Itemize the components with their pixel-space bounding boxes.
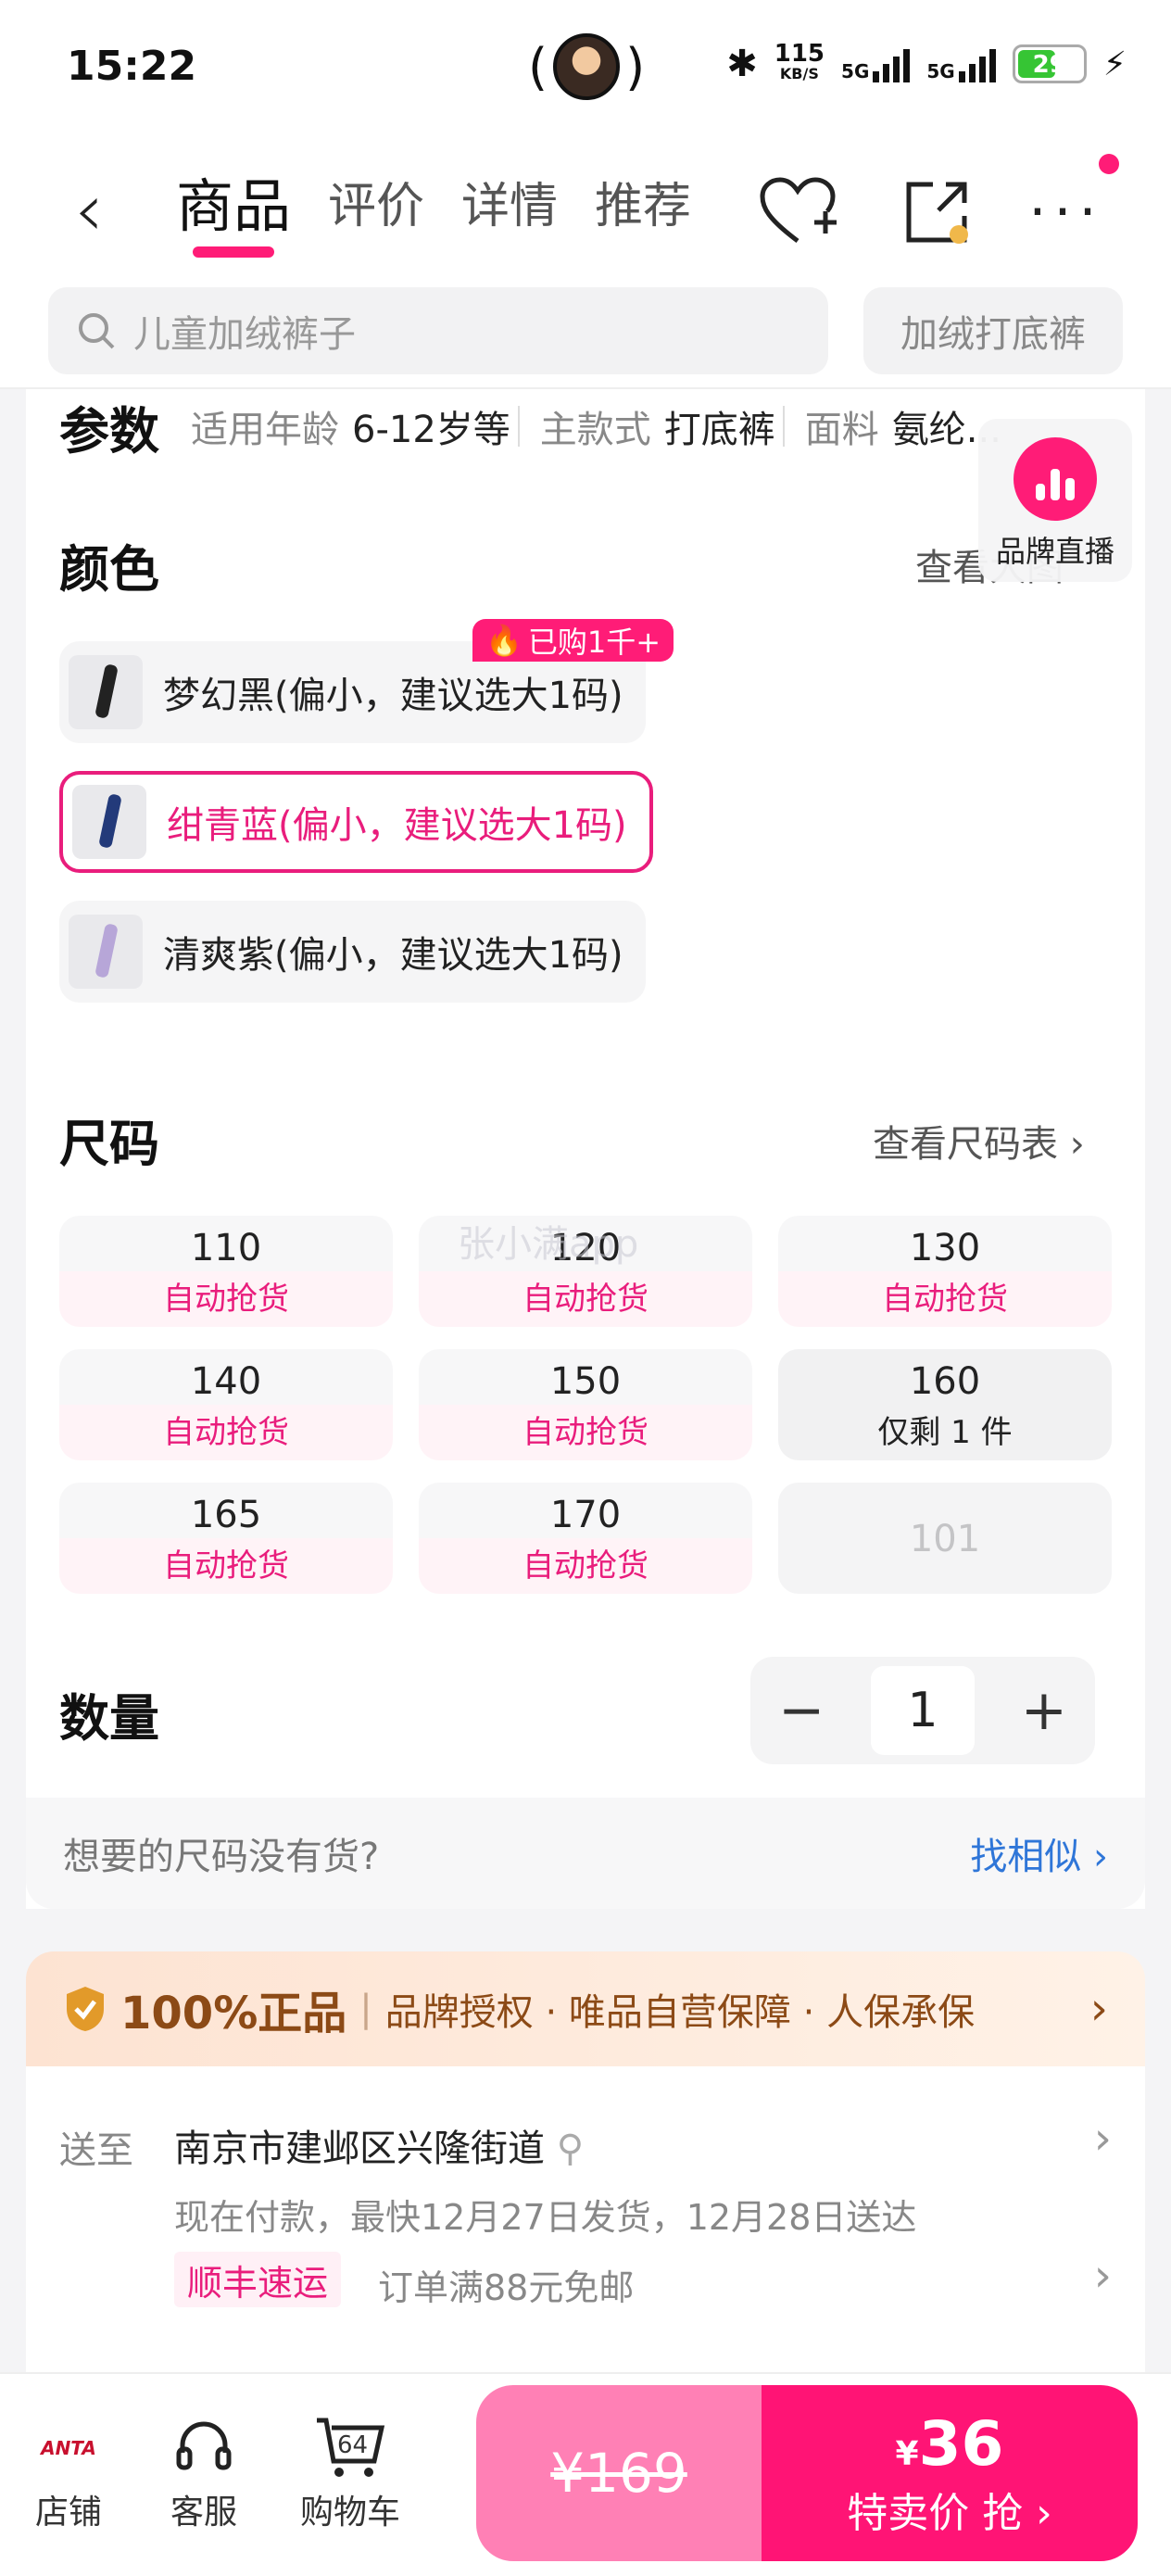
- find-similar-row[interactable]: 想要的尺码没有货? 找相似 ›: [26, 1798, 1145, 1909]
- chevron-right-icon: ›: [1089, 1983, 1108, 2035]
- fire-icon: 🔥: [485, 623, 523, 658]
- param-value: 打底裤: [663, 409, 775, 451]
- size-option[interactable]: 130 自动抢货: [778, 1216, 1112, 1327]
- chevron-right-icon: ›: [1093, 2250, 1112, 2302]
- color-option-label: 绀青蓝(偏小，建议选大1码): [167, 804, 627, 847]
- signal-5g-2-icon: 5G: [926, 45, 996, 82]
- search-chip[interactable]: 加绒打底裤: [863, 287, 1123, 374]
- cart-button[interactable]: 64 购物车: [295, 2411, 406, 2533]
- size-option-low-stock[interactable]: 160 仅剩 1 件: [778, 1349, 1112, 1460]
- delivery-section[interactable]: 送至 南京市建邺区兴隆街道 ⚲ › 现在付款，最快12月27日发货，12月28日…: [26, 2066, 1145, 2372]
- color-option[interactable]: 清爽紫(偏小，建议选大1码): [59, 901, 646, 1003]
- find-similar-link[interactable]: 找相似 ›: [970, 1826, 1108, 1880]
- authentic-badge: 100%正品: [120, 1988, 347, 2039]
- similar-question: 想要的尺码没有货?: [63, 1836, 380, 1878]
- tab-recommend[interactable]: 推荐: [595, 159, 691, 243]
- shop-button[interactable]: ANTA 店铺: [13, 2411, 124, 2533]
- color-option-selected[interactable]: 绀青蓝(偏小，建议选大1码): [59, 771, 653, 873]
- search-placeholder: 儿童加绒裤子: [133, 313, 356, 356]
- size-chart-link[interactable]: 查看尺码表 ›: [873, 1114, 1085, 1168]
- tab-reviews[interactable]: 评价: [328, 159, 424, 243]
- param-value: 6-12岁等: [352, 409, 510, 451]
- more-icon[interactable]: ···: [1025, 170, 1108, 254]
- anta-logo-icon: ANTA: [41, 2437, 96, 2459]
- notification-dot: [1099, 154, 1119, 174]
- status-bar: 15:22 () ✱ 115 KB/S 5G 5G 29 ⚡: [0, 0, 1171, 139]
- guarantee-banner[interactable]: 100%正品 | 品牌授权 · 唯品自营保障 · 人保承保 ›: [26, 1951, 1145, 2066]
- delivery-label: 送至: [59, 2129, 133, 2172]
- size-option[interactable]: 165 自动抢货: [59, 1483, 393, 1594]
- size-option[interactable]: 140 自动抢货: [59, 1349, 393, 1460]
- original-price: ¥169: [476, 2385, 762, 2561]
- status-time: 15:22: [67, 43, 197, 90]
- color-thumbnail: [69, 655, 143, 729]
- sale-price: 36: [918, 2407, 1004, 2480]
- params-row[interactable]: 参数 适用年龄 6-12岁等 主款式 打底裤 面料 氨纶...: [59, 389, 1115, 463]
- size-option[interactable]: 110 自动抢货: [59, 1216, 393, 1327]
- param-key: 适用年龄: [191, 409, 339, 451]
- shop-label: 店铺: [34, 2494, 102, 2532]
- quantity-stepper: − 1 +: [750, 1657, 1095, 1764]
- search-icon: [79, 313, 115, 349]
- params-label: 参数: [59, 401, 159, 461]
- buy-now-button[interactable]: ¥36 特卖价 抢 ›: [762, 2385, 1138, 2561]
- shield-icon: [67, 1987, 104, 2031]
- color-option-label: 清爽紫(偏小，建议选大1码): [163, 934, 623, 977]
- color-thumbnail: [72, 785, 146, 859]
- delivery-address[interactable]: 南京市建邺区兴隆街道 ⚲: [174, 2118, 584, 2172]
- search-input[interactable]: 儿童加绒裤子: [48, 287, 828, 374]
- color-thumbnail: [69, 915, 143, 989]
- brand-live-button[interactable]: 品牌直播: [978, 419, 1132, 582]
- brand-live-label: 品牌直播: [995, 534, 1114, 569]
- size-option[interactable]: 170 自动抢货: [419, 1483, 752, 1594]
- charging-icon: ⚡: [1102, 44, 1127, 83]
- battery-icon: 29: [1012, 44, 1087, 83]
- buy-now-label: 特卖价 抢 ›: [847, 2489, 1052, 2537]
- chevron-right-icon: ›: [1093, 2113, 1112, 2165]
- live-bars-icon: [1014, 437, 1097, 521]
- color-option-label: 梦幻黑(偏小，建议选大1码): [163, 675, 623, 717]
- size-title: 尺码: [59, 1115, 159, 1173]
- plus-icon[interactable]: +: [1021, 1678, 1067, 1743]
- size-option-disabled: 101: [778, 1483, 1112, 1594]
- caller-avatar: [553, 33, 621, 100]
- favorite-heart-icon[interactable]: [756, 170, 839, 254]
- hot-badge: 🔥 已购1千+: [472, 619, 674, 662]
- search-row: 儿童加绒裤子 加绒打底裤: [0, 278, 1171, 389]
- quantity-title: 数量: [59, 1689, 159, 1748]
- guarantee-text: 品牌授权 · 唯品自营保障 · 人保承保: [384, 1991, 976, 2034]
- carrier-badge: 顺丰速运: [174, 2252, 342, 2307]
- param-key: 主款式: [539, 409, 651, 451]
- back-icon[interactable]: ‹: [74, 167, 104, 253]
- buy-button-group: ¥169 ¥36 特卖价 抢 ›: [476, 2385, 1138, 2561]
- cart-count: 64: [337, 2431, 369, 2459]
- size-option[interactable]: 150 自动抢货: [419, 1349, 752, 1460]
- location-pin-icon: ⚲: [556, 2128, 585, 2170]
- net-speed: 115 KB/S: [774, 40, 825, 82]
- call-indicator: (): [528, 33, 645, 100]
- tab-details[interactable]: 详情: [461, 159, 558, 243]
- signal-5g-1-icon: 5G: [841, 45, 911, 82]
- delivery-eta: 现在付款，最快12月27日发货，12月28日送达: [174, 2197, 917, 2238]
- color-title: 颜色: [59, 540, 159, 599]
- tab-bar: 商品 评价 详情 推荐: [176, 159, 691, 258]
- minus-icon[interactable]: −: [778, 1678, 825, 1743]
- top-nav: ‹ 商品 评价 详情 推荐 ···: [0, 139, 1171, 278]
- service-label: 客服: [170, 2494, 237, 2532]
- watermark: 张小满app: [458, 1223, 639, 1266]
- share-icon[interactable]: [895, 170, 978, 254]
- headset-icon: [176, 2421, 232, 2470]
- bluetooth-icon: ✱: [726, 43, 758, 85]
- quantity-value[interactable]: 1: [871, 1666, 975, 1755]
- tab-product[interactable]: 商品: [176, 159, 291, 258]
- cart-label: 购物车: [299, 2494, 400, 2532]
- service-button[interactable]: 客服: [148, 2411, 259, 2533]
- param-key: 面料: [804, 409, 879, 451]
- free-shipping-text: 订单满88元免邮: [378, 2267, 635, 2308]
